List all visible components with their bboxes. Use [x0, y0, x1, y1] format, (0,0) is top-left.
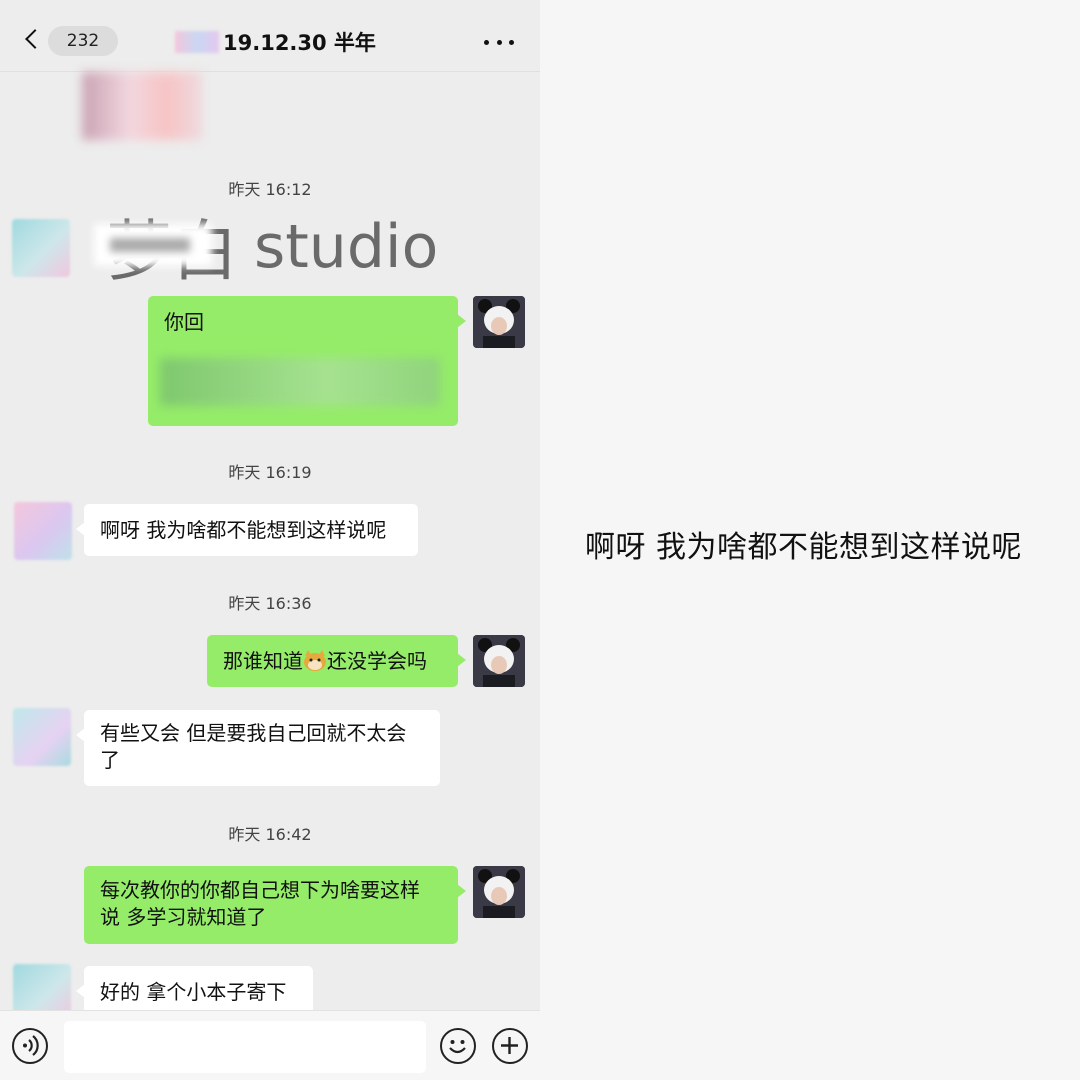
message-text-line: 说 多学习就知道了	[100, 905, 267, 929]
timestamp: 昨天 16:12	[228, 180, 312, 199]
contact-avatar[interactable]	[13, 708, 71, 766]
more-icon-dot	[484, 39, 489, 45]
blurred-text	[160, 358, 440, 406]
message-text: 你回	[164, 310, 204, 334]
message-text: 还没学会吗	[327, 649, 427, 673]
chat-screenshot: 232 19.12.30 半年 昨天 16:12 萝 白 studio 你回	[0, 0, 540, 1080]
emoji-icon	[449, 1040, 466, 1054]
blurred-image[interactable]	[82, 72, 202, 140]
message-text: 啊呀 我为啥都不能想到这样说呢	[100, 518, 387, 542]
self-avatar[interactable]	[473, 866, 525, 918]
voice-icon	[23, 1035, 39, 1056]
more-icon-dot	[509, 39, 514, 45]
blurred-name	[175, 31, 219, 53]
back-icon	[25, 29, 45, 49]
voice-button[interactable]	[12, 1028, 48, 1064]
panda-avatar-image	[473, 296, 525, 348]
message-text: 好的 拿个小本子寄下	[100, 980, 287, 1004]
message-input[interactable]	[64, 1021, 426, 1073]
contact-avatar[interactable]	[14, 502, 72, 560]
panda-avatar-image	[473, 635, 525, 687]
panda-avatar-image	[473, 866, 525, 918]
chat-header: 232 19.12.30 半年	[0, 0, 540, 72]
incoming-message[interactable]: 有些又会 但是要我自己回就不太会 了	[76, 710, 440, 786]
timestamp: 昨天 16:42	[228, 825, 312, 844]
emoji-button[interactable]	[440, 1028, 476, 1064]
more-button[interactable]	[484, 32, 514, 52]
outgoing-message[interactable]: 每次教你的你都自己想下为啥要这样 说 多学习就知道了	[84, 866, 466, 944]
message-text-line: 了	[100, 748, 120, 772]
message-text-line: 每次教你的你都自己想下为啥要这样	[100, 878, 420, 902]
self-avatar[interactable]	[473, 635, 525, 687]
timestamp: 昨天 16:36	[228, 594, 312, 613]
more-icon-dot	[496, 39, 502, 45]
chat-title-area: 19.12.30 半年	[175, 26, 376, 58]
chat-title: 19.12.30 半年	[223, 31, 376, 55]
back-button[interactable]: 232	[22, 26, 118, 58]
self-avatar[interactable]	[473, 296, 525, 348]
timestamp: 昨天 16:19	[228, 463, 312, 482]
outgoing-message[interactable]: 你回	[148, 296, 466, 426]
blurred-sticker-name-text	[110, 238, 190, 252]
sticker-message[interactable]: 萝 白 studio	[82, 200, 442, 290]
sticker-text: studio	[254, 212, 439, 282]
incoming-message[interactable]: 啊呀 我为啥都不能想到这样说呢	[76, 504, 418, 556]
more-functions-button[interactable]	[492, 1028, 528, 1064]
quote-text: 啊呀 我为啥都不能想到这样说呢	[585, 530, 1023, 565]
doge-emoji-icon	[303, 650, 327, 672]
message-text: 那谁知道	[223, 649, 303, 673]
outgoing-message[interactable]: 那谁知道 还没学会吗	[207, 635, 466, 687]
unread-count-badge: 232	[48, 26, 118, 56]
message-text-line: 有些又会 但是要我自己回就不太会	[100, 721, 407, 745]
input-bar	[0, 1010, 540, 1080]
plus-icon	[501, 1037, 518, 1054]
contact-avatar[interactable]	[12, 219, 70, 277]
